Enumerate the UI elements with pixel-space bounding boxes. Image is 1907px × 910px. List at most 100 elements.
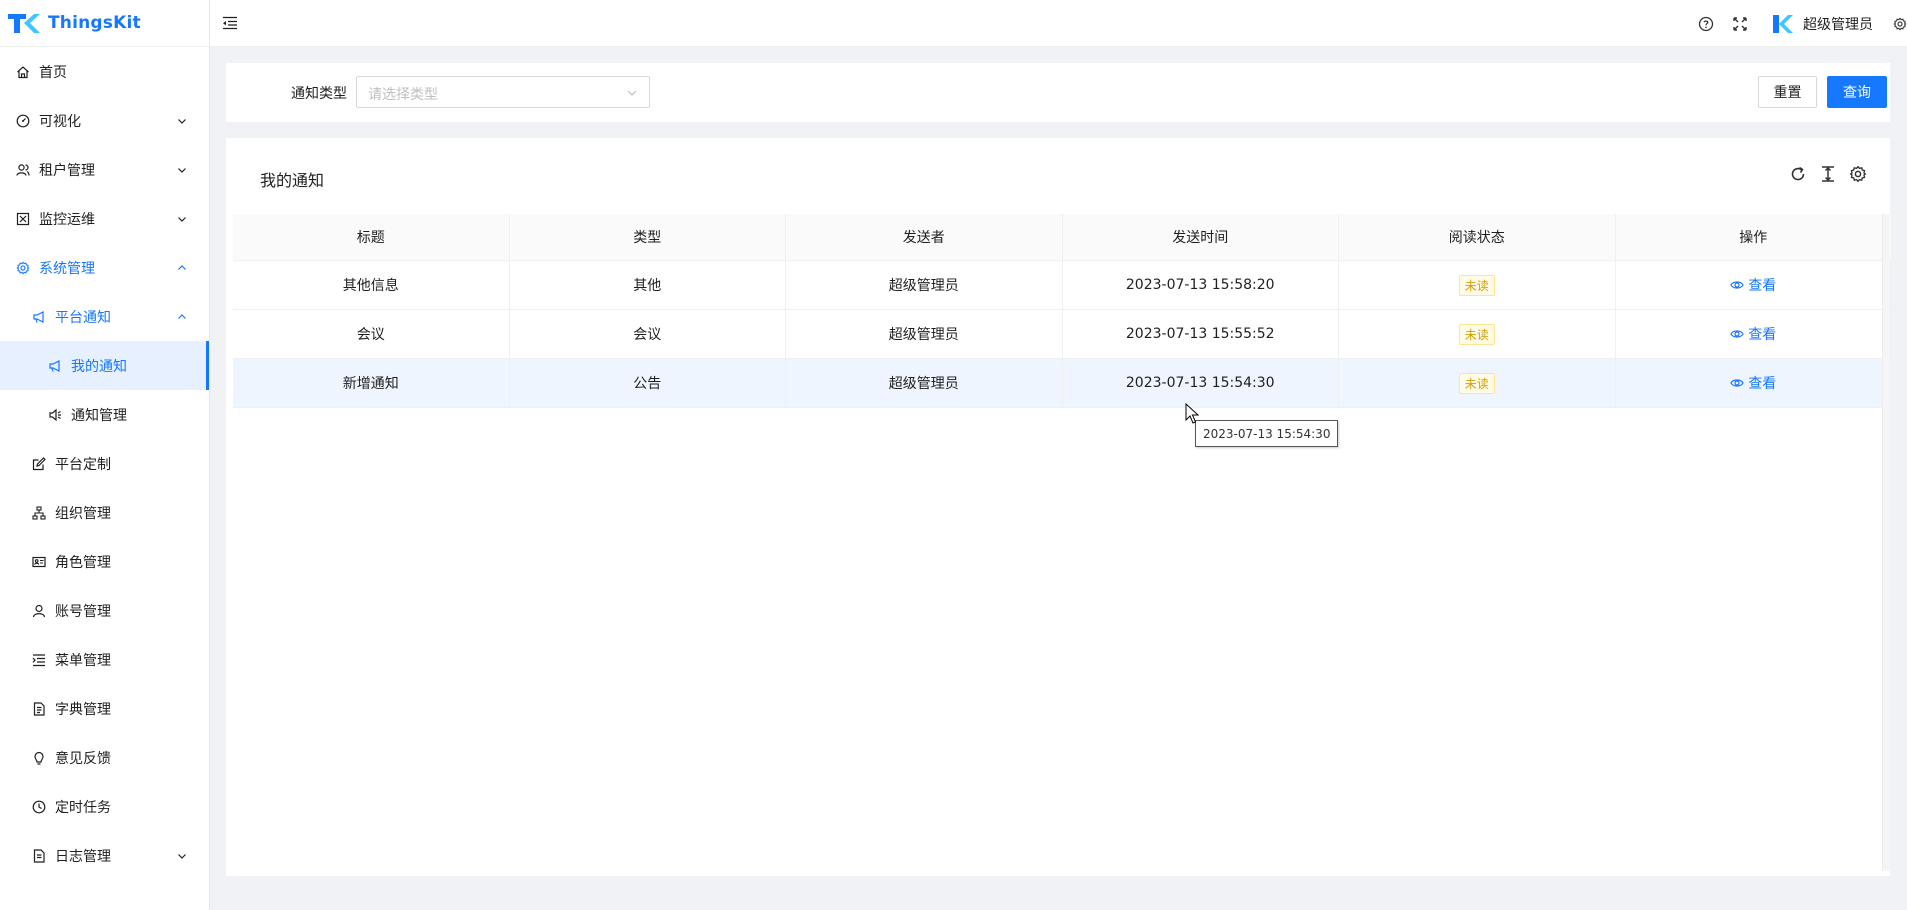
sidebar-item-label: 账号管理	[55, 603, 111, 620]
chevron-down-icon	[177, 851, 187, 861]
column-header-title: 标题	[233, 214, 510, 260]
status-badge: 未读	[1458, 323, 1495, 345]
column-height-icon[interactable]	[1818, 164, 1838, 184]
sidebar-item-3[interactable]: 监控运维	[0, 194, 209, 243]
view-label: 查看	[1748, 327, 1777, 343]
sidebar-item-label: 监控运维	[39, 211, 95, 228]
org-icon	[32, 505, 46, 520]
collapse-menu-icon[interactable]	[220, 13, 240, 33]
speaker-icon	[48, 408, 62, 422]
query-button[interactable]: 查询	[1827, 76, 1887, 108]
avatar	[1771, 13, 1793, 35]
fullscreen-icon[interactable]	[1731, 15, 1749, 33]
sidebar-item-label: 首页	[39, 64, 67, 81]
sidebar-item-label: 角色管理	[55, 554, 111, 571]
view-button[interactable]: 查看	[1730, 324, 1776, 344]
sidebar-menu: 首页可视化租户管理监控运维系统管理平台通知我的通知通知管理平台定制组织管理角色管…	[0, 47, 209, 880]
table-header: 标题 类型 发送者 发送时间 阅读状态 操作	[233, 214, 1892, 261]
cell-time: 2023-07-13 15:54:30	[1063, 359, 1339, 407]
table-body: 其他信息 其他 超级管理员 2023-07-13 15:58:20 未读 查看 会议 会议 超级…	[233, 261, 1892, 408]
sidebar-item-label: 平台定制	[55, 456, 111, 473]
status-badge: 未读	[1458, 274, 1495, 296]
table-row[interactable]: 其他信息 其他 超级管理员 2023-07-13 15:58:20 未读 查看	[233, 261, 1892, 310]
sidebar-item-16[interactable]: 日志管理	[0, 831, 209, 880]
view-label: 查看	[1748, 376, 1777, 392]
users-icon	[16, 163, 30, 177]
sidebar-item-label: 平台通知	[55, 309, 111, 326]
top-header: 超级管理员	[210, 0, 1907, 47]
eye-icon	[1730, 376, 1748, 390]
refresh-icon[interactable]	[1788, 164, 1808, 184]
sidebar-item-11[interactable]: 账号管理	[0, 586, 209, 635]
sidebar-item-6[interactable]: 我的通知	[0, 341, 209, 390]
file-text-icon	[32, 848, 46, 863]
cell-status: 未读	[1339, 359, 1616, 407]
sidebar-item-8[interactable]: 平台定制	[0, 439, 209, 488]
sidebar-item-10[interactable]: 角色管理	[0, 537, 209, 586]
sidebar-item-12[interactable]: 菜单管理	[0, 635, 209, 684]
cell-time: 2023-07-13 15:55:52	[1063, 310, 1339, 358]
logo[interactable]: ThingsKit	[0, 0, 209, 47]
chevron-up-icon	[177, 312, 187, 322]
sidebar-item-14[interactable]: 意见反馈	[0, 733, 209, 782]
view-label: 查看	[1748, 278, 1777, 294]
eye-icon	[1730, 278, 1748, 292]
sidebar-item-13[interactable]: 字典管理	[0, 684, 209, 733]
clock-icon	[32, 800, 46, 814]
help-icon[interactable]	[1697, 15, 1715, 33]
table-scrollbar[interactable]	[1882, 214, 1890, 871]
sidebar-item-7[interactable]: 通知管理	[0, 390, 209, 439]
sidebar-item-2[interactable]: 租户管理	[0, 145, 209, 194]
sidebar-item-1[interactable]: 可视化	[0, 96, 209, 145]
column-header-time: 发送时间	[1063, 214, 1339, 260]
monitor-icon	[16, 212, 30, 226]
user-icon	[32, 604, 46, 618]
edit-icon	[32, 456, 46, 471]
id-card-icon	[32, 555, 46, 569]
sidebar-item-label: 可视化	[39, 113, 81, 130]
header-actions: 超级管理员	[1697, 0, 1907, 47]
sidebar-item-0[interactable]: 首页	[0, 47, 209, 96]
megaphone-icon	[48, 359, 62, 373]
sidebar-item-9[interactable]: 组织管理	[0, 488, 209, 537]
gear-icon	[16, 261, 30, 275]
app-name: ThingsKit	[48, 13, 141, 33]
sidebar-item-label: 通知管理	[71, 407, 127, 424]
sidebar-item-4[interactable]: 系统管理	[0, 243, 209, 292]
table-title: 我的通知	[260, 171, 325, 190]
home-icon	[16, 65, 30, 79]
dashboard-icon	[16, 114, 30, 128]
user-name: 超级管理员	[1803, 16, 1873, 33]
sidebar-item-label: 定时任务	[55, 799, 111, 816]
sidebar: ThingsKit 首页可视化租户管理监控运维系统管理平台通知我的通知通知管理平…	[0, 0, 210, 910]
status-badge: 未读	[1458, 372, 1495, 394]
notice-type-select[interactable]: 请选择类型	[356, 76, 650, 108]
settings-icon[interactable]	[1893, 15, 1907, 33]
reset-button[interactable]: 重置	[1758, 76, 1817, 108]
cell-sender: 超级管理员	[786, 310, 1063, 358]
column-header-status: 阅读状态	[1339, 214, 1616, 260]
sidebar-item-5[interactable]: 平台通知	[0, 292, 209, 341]
column-settings-icon[interactable]	[1848, 164, 1868, 184]
chevron-down-icon	[177, 116, 187, 126]
sidebar-item-15[interactable]: 定时任务	[0, 782, 209, 831]
sidebar-item-label: 租户管理	[39, 162, 95, 179]
user-menu[interactable]: 超级管理员	[1771, 13, 1873, 35]
table-row[interactable]: 新增通知 公告 超级管理员 2023-07-13 15:54:30 未读 查看	[233, 359, 1892, 408]
cell-title: 其他信息	[233, 261, 510, 309]
chevron-down-icon	[177, 165, 187, 175]
sidebar-item-label: 组织管理	[55, 505, 111, 522]
column-header-action: 操作	[1616, 214, 1892, 260]
cell-type: 公告	[510, 359, 786, 407]
view-button[interactable]: 查看	[1730, 373, 1776, 393]
view-button[interactable]: 查看	[1730, 275, 1776, 295]
notification-table-card: 我的通知 标题 类型 发送者 发送时间 阅读状态 操作 其他信息 其他 超级管理员 2…	[226, 138, 1892, 876]
table-row[interactable]: 会议 会议 超级管理员 2023-07-13 15:55:52 未读 查看	[233, 310, 1892, 359]
sidebar-item-label: 菜单管理	[55, 652, 111, 669]
select-placeholder: 请选择类型	[368, 87, 438, 103]
megaphone-icon	[32, 310, 46, 324]
mouse-cursor-icon	[1185, 402, 1200, 425]
table-toolbar	[1778, 164, 1868, 184]
cell-action: 查看	[1616, 261, 1892, 309]
cell-type: 其他	[510, 261, 786, 309]
